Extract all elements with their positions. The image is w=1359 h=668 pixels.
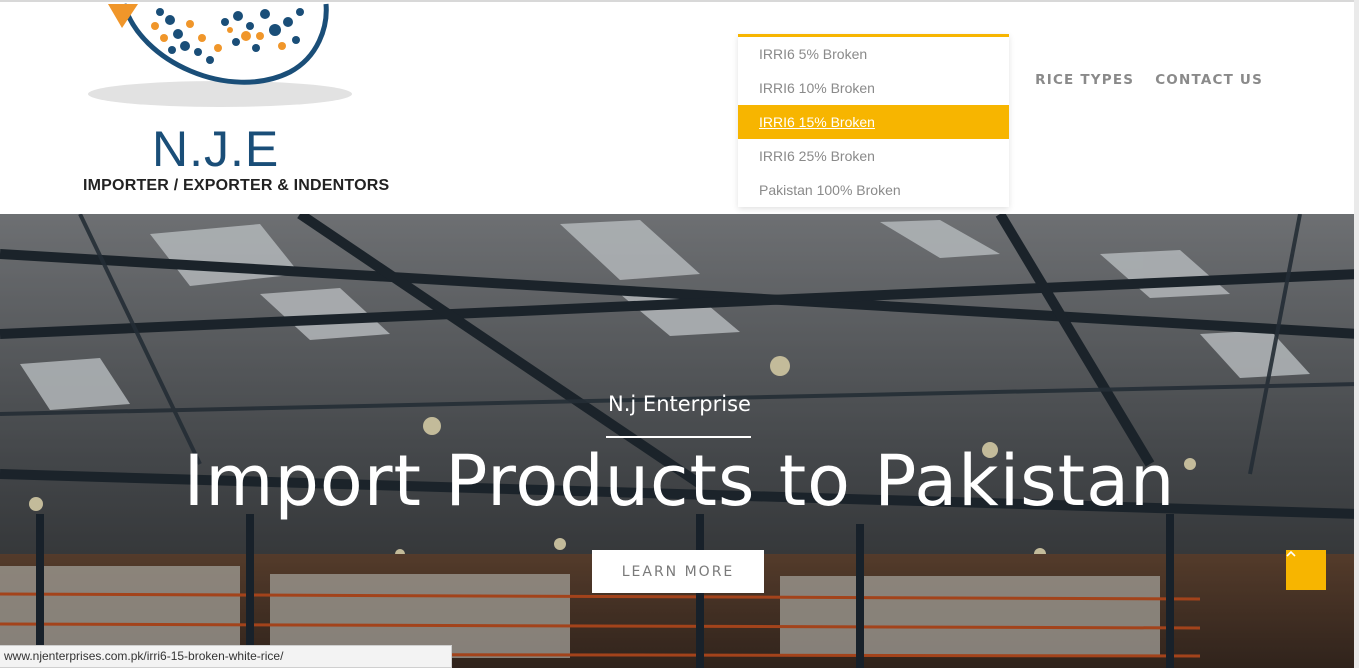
hero-divider xyxy=(606,436,751,438)
dropdown-item-pakistan-100[interactable]: Pakistan 100% Broken xyxy=(738,173,1009,207)
status-bar-url: www.njenterprises.com.pk/irri6-15-broken… xyxy=(0,645,452,668)
hero-section: N.j Enterprise Import Products to Pakist… xyxy=(0,214,1359,668)
dropdown-item-irri6-10[interactable]: IRRI6 10% Broken xyxy=(738,71,1009,105)
logo[interactable]: N.J.E IMPORTER / EXPORTER & INDENTORS xyxy=(60,2,390,202)
logo-title: N.J.E xyxy=(152,121,280,177)
nav-item-rice-types[interactable]: RICE TYPES xyxy=(1035,72,1134,88)
nav-item-contact-us[interactable]: CONTACT US xyxy=(1155,72,1263,88)
dropdown-item-irri6-5[interactable]: IRRI6 5% Broken xyxy=(738,37,1009,71)
hero-headline: Import Products to Pakistan xyxy=(183,440,1176,522)
learn-more-button[interactable]: LEARN MORE xyxy=(592,550,764,593)
rice-types-dropdown: IRRI6 5% Broken IRRI6 10% Broken IRRI6 1… xyxy=(738,34,1009,207)
site-header: N.J.E IMPORTER / EXPORTER & INDENTORS RI… xyxy=(0,0,1359,214)
chevron-up-icon xyxy=(1286,550,1296,557)
window-edge xyxy=(1354,0,1359,668)
dropdown-item-irri6-25[interactable]: IRRI6 25% Broken xyxy=(738,139,1009,173)
dropdown-item-irri6-15[interactable]: IRRI6 15% Broken xyxy=(738,105,1009,139)
hero-eyebrow: N.j Enterprise xyxy=(608,392,751,416)
logo-subtitle: IMPORTER / EXPORTER & INDENTORS xyxy=(83,177,390,194)
main-nav: RICE TYPES CONTACT US xyxy=(1035,72,1263,88)
globe-logo-icon xyxy=(88,3,352,107)
scroll-to-top-button[interactable] xyxy=(1286,550,1326,590)
